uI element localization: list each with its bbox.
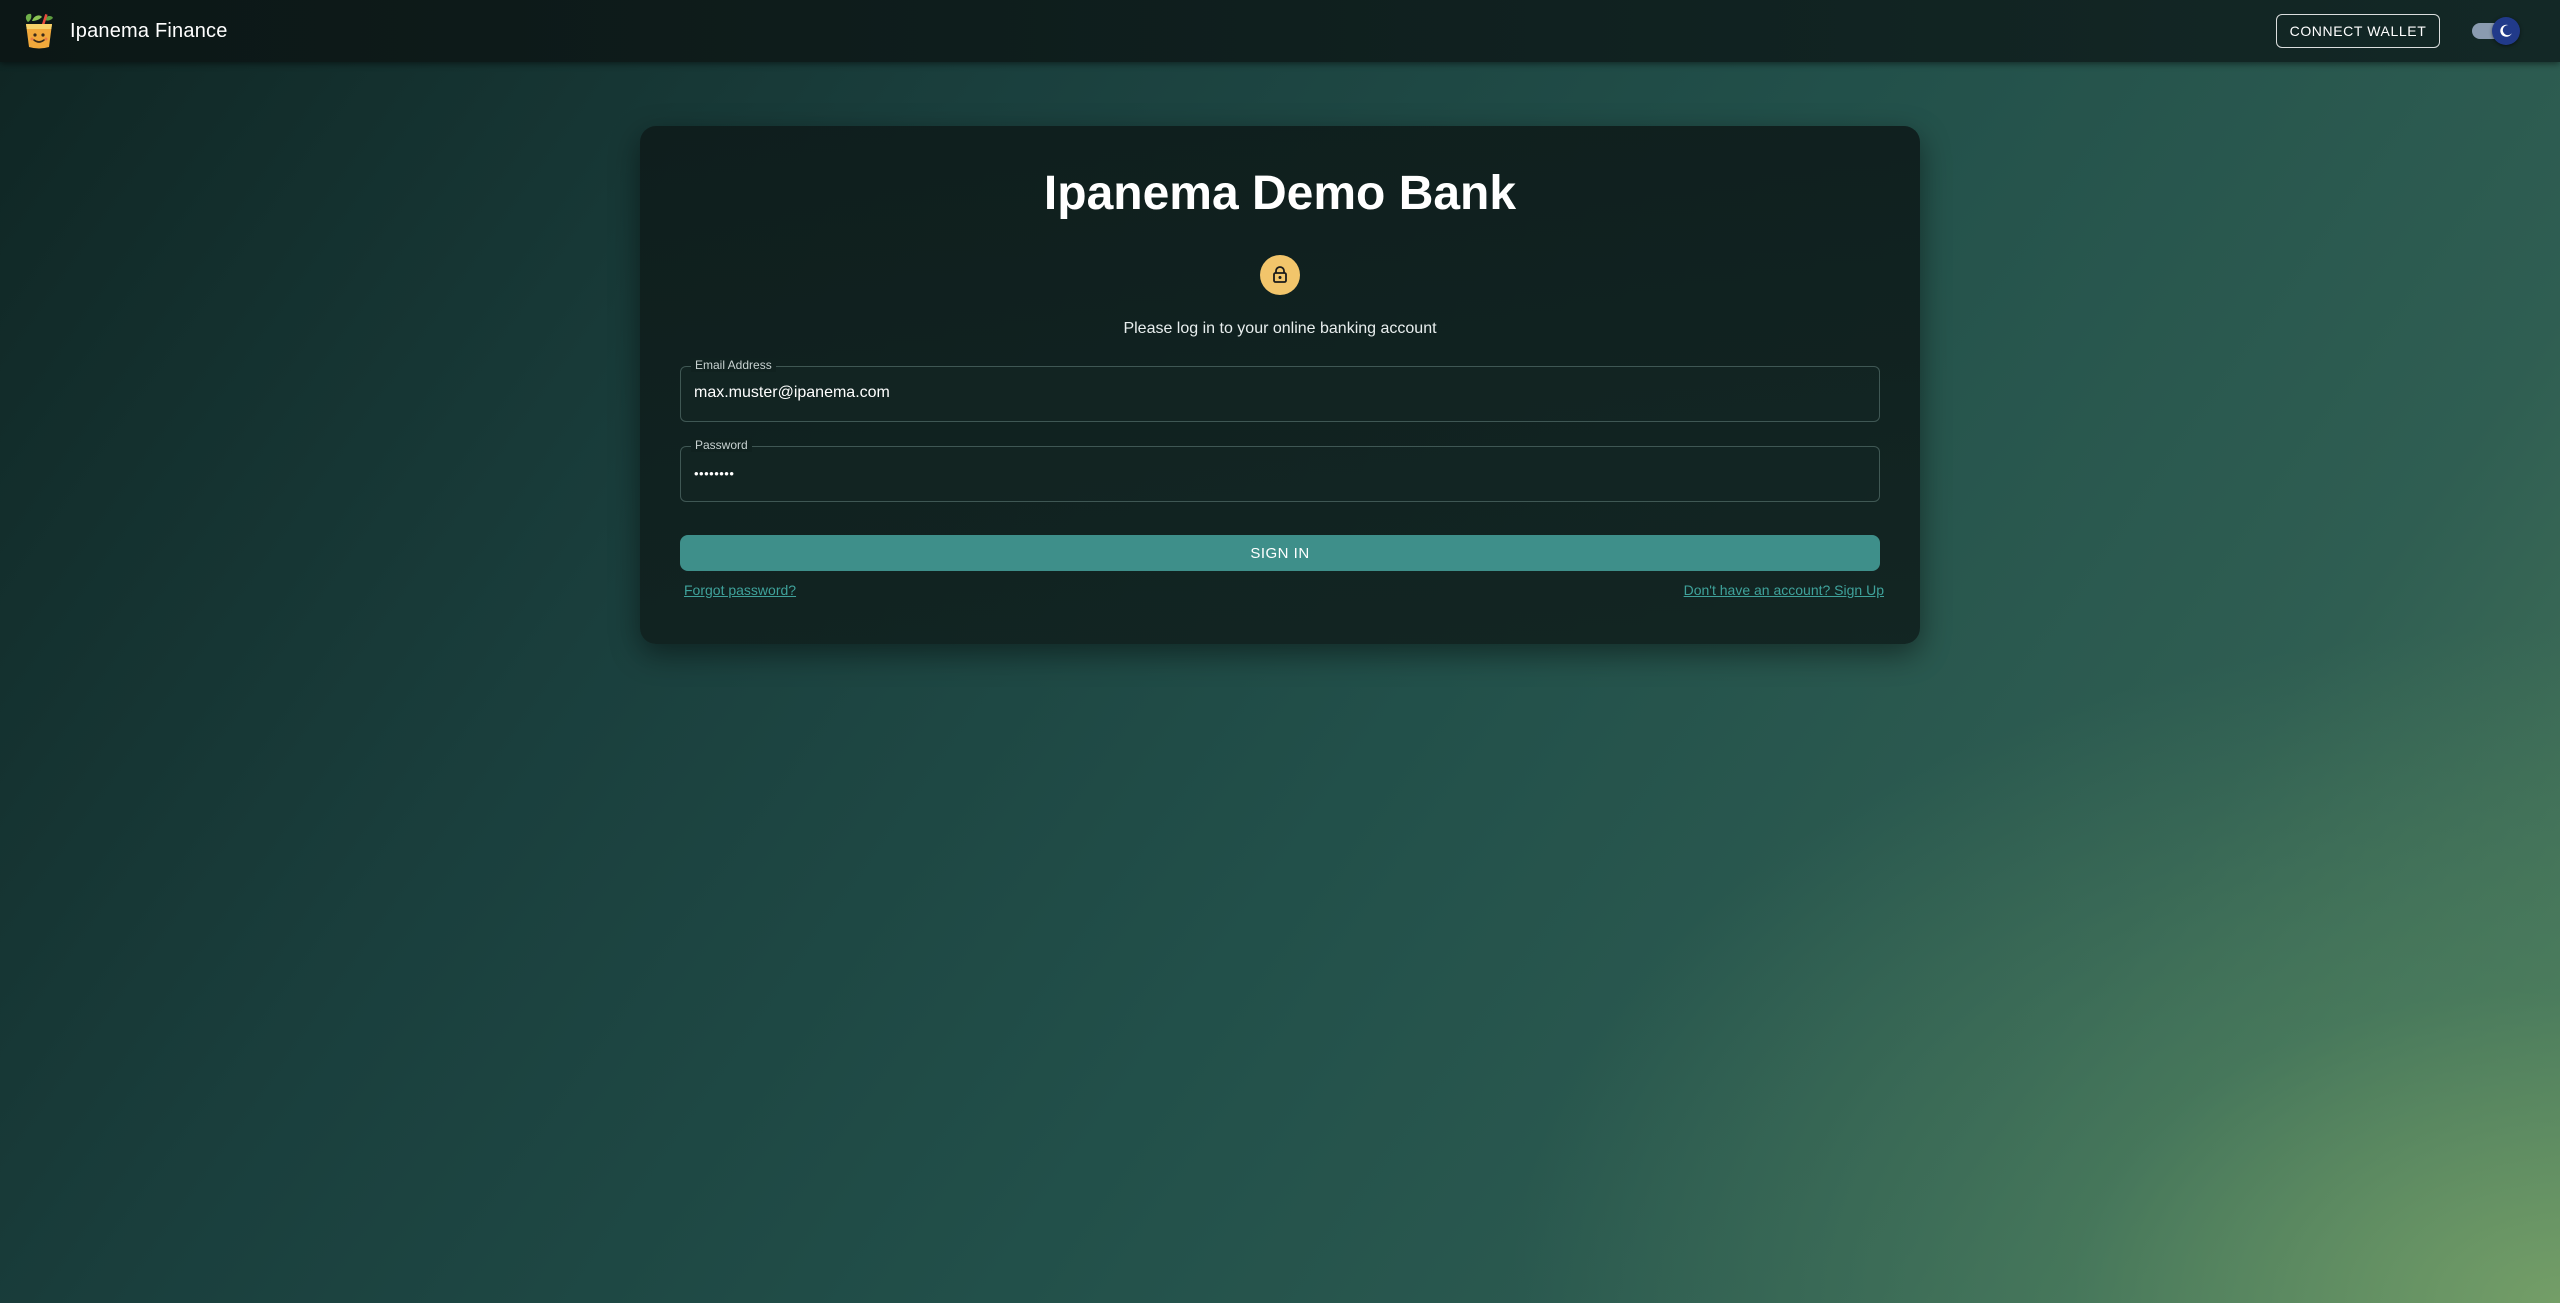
lock-icon: [1273, 266, 1287, 283]
email-field[interactable]: Email Address max.muster@ipanema.com: [680, 358, 1880, 422]
lock-avatar: [1260, 255, 1300, 295]
brand[interactable]: Ipanema Finance: [22, 12, 228, 50]
app-bar: Ipanema Finance CONNECT WALLET: [0, 0, 2560, 62]
toggle-thumb: [2492, 17, 2520, 45]
login-subtitle: Please log in to your online banking acc…: [1123, 320, 1437, 337]
sign-up-link[interactable]: Don't have an account? Sign Up: [1684, 582, 1884, 598]
email-field-value[interactable]: max.muster@ipanema.com: [694, 384, 890, 402]
login-card: Ipanema Demo Bank Please log in to your …: [640, 126, 1920, 644]
sign-in-button[interactable]: SIGN IN: [680, 535, 1880, 571]
password-field-value[interactable]: ••••••••: [694, 466, 734, 481]
password-field[interactable]: Password ••••••••: [680, 438, 1880, 502]
brand-name: Ipanema Finance: [70, 19, 228, 42]
email-field-label: Email Address: [691, 358, 776, 372]
forgot-password-link[interactable]: Forgot password?: [684, 582, 796, 598]
theme-toggle[interactable]: [2472, 17, 2524, 45]
connect-wallet-button[interactable]: CONNECT WALLET: [2276, 14, 2440, 48]
moon-icon: [2500, 24, 2512, 37]
password-field-label: Password: [691, 438, 752, 452]
page-title: Ipanema Demo Bank: [1043, 167, 1517, 220]
cocktail-logo-icon: [25, 13, 53, 49]
